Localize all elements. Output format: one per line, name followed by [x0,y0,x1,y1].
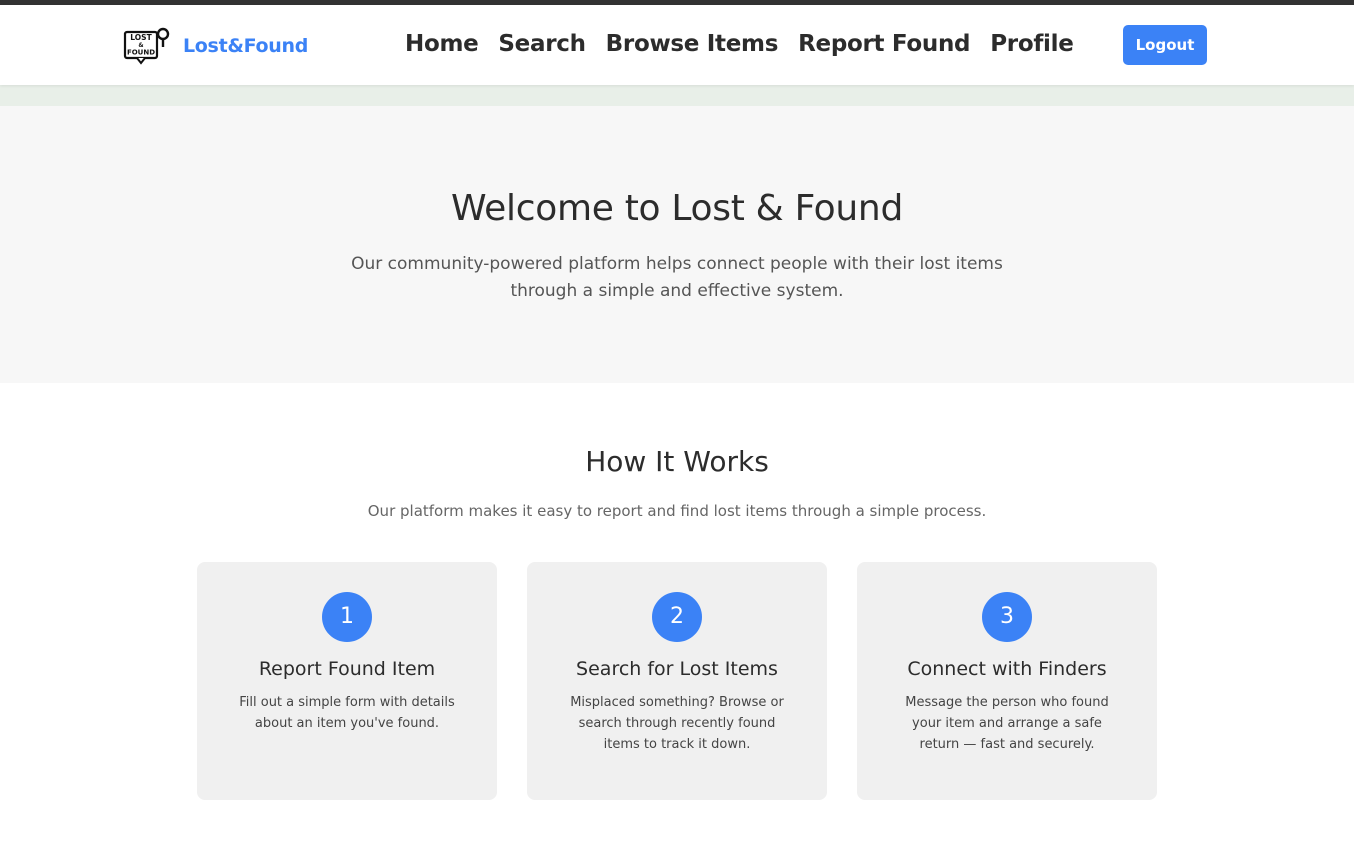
header-divider-strip [0,85,1354,106]
steps-cards: 1 Report Found Item Fill out a simple fo… [0,562,1354,800]
how-it-works-title: How It Works [585,445,769,478]
nav-report-found[interactable]: Report Found [798,31,970,57]
step-description: Fill out a simple form with details abou… [239,695,455,731]
main-nav: Home Search Browse Items Report Found Pr… [405,31,1074,57]
step-number-badge: 1 [322,592,372,642]
brand-link[interactable]: LOST & FOUND Lost&Found [123,27,308,65]
step-card-search: 2 Search for Lost Items Misplaced someth… [527,562,827,800]
hero-title: Welcome to Lost & Found [450,188,903,229]
step-number-badge: 3 [982,592,1032,642]
step-card-report: 1 Report Found Item Fill out a simple fo… [197,562,497,800]
hero-subtitle: Our community-powered platform helps con… [351,254,1003,301]
how-it-works-subtitle: Our platform makes it easy to report and… [367,502,987,520]
step-title: Report Found Item [258,658,436,680]
nav-search[interactable]: Search [498,31,586,57]
step-title: Connect with Finders [907,658,1107,680]
lost-found-logo-icon: LOST & FOUND [123,27,170,65]
step-description: Misplaced something? Browse or search th… [570,695,784,752]
logo-text-line-1: LOST [130,33,152,42]
how-it-works-section: How It Works Our platform makes it easy … [0,383,1354,800]
logout-button[interactable]: Logout [1123,25,1207,65]
nav-profile[interactable]: Profile [990,31,1074,57]
logo-text-line-3: FOUND [127,49,155,57]
step-number-badge: 2 [652,592,702,642]
brand-name: Lost&Found [183,35,309,57]
navbar: LOST & FOUND Lost&Found Home Search Brow… [0,5,1354,85]
step-card-connect: 3 Connect with Finders Message the perso… [857,562,1157,800]
nav-browse-items[interactable]: Browse Items [606,31,779,57]
hero-section: Welcome to Lost & Found Our community-po… [0,106,1354,383]
step-title: Search for Lost Items [576,658,778,680]
nav-home[interactable]: Home [405,31,479,57]
step-description: Message the person who found your item a… [905,695,1109,752]
